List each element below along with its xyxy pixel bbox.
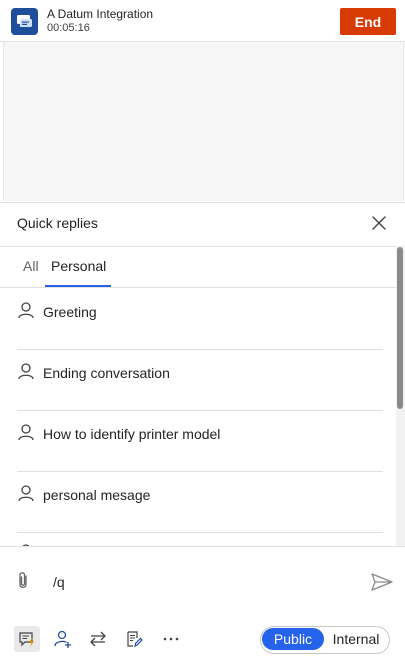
- conversation-transcript: [3, 42, 404, 201]
- conversation-title: A Datum Integration: [47, 7, 154, 21]
- internal-option[interactable]: Internal: [326, 628, 386, 650]
- composer-divider: [0, 546, 405, 547]
- divider: [17, 410, 383, 411]
- quick-replies-icon[interactable]: [14, 626, 40, 652]
- tab-personal[interactable]: Personal: [51, 258, 106, 274]
- end-conversation-button[interactable]: End: [340, 8, 396, 35]
- person-icon: [17, 423, 35, 441]
- message-input[interactable]: /q: [53, 574, 65, 590]
- divider: [17, 532, 383, 533]
- scrollbar-thumb[interactable]: [397, 247, 403, 409]
- divider: [17, 471, 383, 472]
- quick-reply-item[interactable]: Greeting: [17, 301, 383, 331]
- quick-reply-label: Ending conversation: [43, 365, 170, 381]
- conversation-timer: 00:05:16: [47, 22, 90, 34]
- divider: [17, 349, 383, 350]
- more-icon[interactable]: [158, 626, 184, 652]
- transfer-icon[interactable]: [85, 626, 111, 652]
- person-icon: [17, 301, 35, 319]
- quick-reply-item[interactable]: How to identify printer model: [17, 423, 383, 453]
- quick-reply-label: Greeting: [43, 304, 97, 320]
- close-icon[interactable]: [369, 213, 389, 233]
- notes-icon[interactable]: [121, 626, 147, 652]
- person-icon: [17, 362, 35, 380]
- consult-icon[interactable]: [50, 626, 76, 652]
- send-icon[interactable]: [370, 572, 394, 592]
- person-icon: [17, 484, 35, 502]
- tab-all[interactable]: All: [23, 258, 39, 274]
- paperclip-icon[interactable]: [14, 570, 32, 592]
- quick-reply-item[interactable]: Ending conversation: [17, 362, 383, 392]
- quick-reply-item[interactable]: personal mesage: [17, 484, 383, 514]
- tabs-divider: [0, 287, 396, 288]
- public-option[interactable]: Public: [262, 628, 324, 650]
- quick-reply-label: personal mesage: [43, 487, 151, 503]
- quick-reply-label: How to identify printer model: [43, 426, 221, 442]
- chat-bubbles-icon: [11, 8, 38, 35]
- quick-replies-title: Quick replies: [17, 215, 98, 231]
